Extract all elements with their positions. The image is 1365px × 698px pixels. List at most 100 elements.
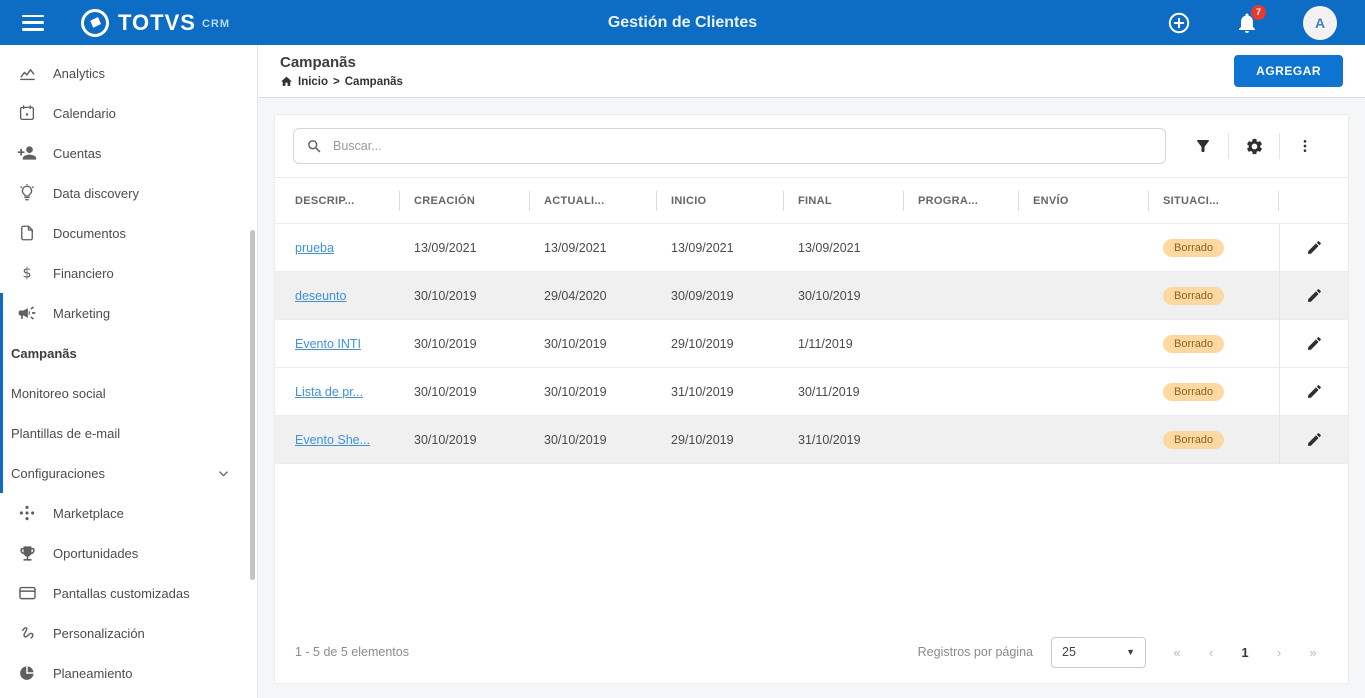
status-badge: Borrado — [1163, 383, 1224, 401]
cell-final: 1/11/2019 — [784, 320, 904, 367]
campaigns-table: DESCRIP...CREACIÓNACTUALI...INICIOFINALP… — [275, 178, 1348, 464]
sidebar-item-label: Marketplace — [53, 506, 124, 521]
sidebar-item-personalizacion[interactable]: Personalización — [0, 613, 257, 653]
sidebar-item-label: Marketing — [53, 306, 110, 321]
table-header-row: DESCRIP...CREACIÓNACTUALI...INICIOFINALP… — [275, 178, 1348, 224]
cell-actions — [1279, 224, 1348, 271]
notification-badge: 7 — [1251, 5, 1266, 20]
cell-envio — [1019, 224, 1149, 271]
sidebar-item-oportunidades[interactable]: Oportunidades — [0, 533, 257, 573]
cell-actions — [1279, 368, 1348, 415]
status-badge: Borrado — [1163, 287, 1224, 305]
more-options-kebab-icon[interactable] — [1280, 131, 1330, 161]
cell-envio — [1019, 416, 1149, 463]
calendar-icon — [17, 103, 37, 123]
sidebar-item-planeamiento[interactable]: Planeamiento — [0, 653, 257, 693]
screen-icon — [17, 583, 37, 603]
items-range-text: 1 - 5 de 5 elementos — [295, 645, 409, 659]
cell-programacion — [904, 272, 1019, 319]
sidebar-item-pantallas-customizadas[interactable]: Pantallas customizadas — [0, 573, 257, 613]
sidebar-item-plantillas-de-e-mail[interactable]: Plantillas de e-mail — [0, 413, 257, 453]
campaign-link[interactable]: Evento She... — [295, 433, 370, 447]
breadcrumb-home[interactable]: Inicio — [298, 76, 328, 88]
cell-situacion: Borrado — [1149, 416, 1279, 463]
column-header-situacion[interactable]: SITUACI... — [1149, 178, 1279, 223]
edit-pencil-icon[interactable] — [1306, 383, 1323, 400]
column-header-final[interactable]: FINAL — [784, 178, 904, 223]
campaign-link[interactable]: Lista de pr... — [295, 385, 363, 399]
column-header-descripcion[interactable]: DESCRIP... — [275, 178, 400, 223]
status-badge: Borrado — [1163, 239, 1224, 257]
cell-descripcion: Evento INTI — [275, 320, 400, 367]
per-page-select[interactable]: 25 ▼ — [1051, 637, 1146, 668]
megaphone-icon — [17, 303, 37, 323]
edit-pencil-icon[interactable] — [1306, 431, 1323, 448]
sidebar-item-label: Calendario — [53, 106, 116, 121]
cell-actualizacion: 29/04/2020 — [530, 272, 657, 319]
avatar[interactable]: A — [1303, 6, 1337, 40]
campaign-link[interactable]: deseunto — [295, 289, 346, 303]
sidebar-item-documentos[interactable]: Documentos — [0, 213, 257, 253]
sidebar: Analytics Calendario Cuentas Data discovery… — [0, 45, 258, 698]
table-row: Lista de pr...30/10/201930/10/201931/10/… — [275, 368, 1348, 416]
sidebar-item-data-discovery[interactable]: Data discovery — [0, 173, 257, 213]
campaigns-card: DESCRIP...CREACIÓNACTUALI...INICIOFINALP… — [274, 114, 1349, 684]
sidebar-item-analytics[interactable]: Analytics — [0, 53, 257, 93]
cell-actions — [1279, 320, 1348, 367]
column-header-inicio[interactable]: INICIO — [657, 178, 784, 223]
cell-inicio: 13/09/2021 — [657, 224, 784, 271]
column-header-actualizacion[interactable]: ACTUALI... — [530, 178, 657, 223]
filter-icon[interactable] — [1178, 131, 1228, 161]
per-page-label: Registros por página — [918, 645, 1033, 659]
svg-text:$: $ — [22, 266, 31, 282]
sidebar-item-marketing[interactable]: Marketing — [0, 293, 257, 333]
add-new-icon[interactable] — [1167, 11, 1191, 35]
edit-pencil-icon[interactable] — [1306, 287, 1323, 304]
edit-pencil-icon[interactable] — [1306, 239, 1323, 256]
table-row: Evento INTI30/10/201930/10/201929/10/201… — [275, 320, 1348, 368]
sidebar-item-label: Monitoreo social — [11, 386, 106, 401]
status-badge: Borrado — [1163, 335, 1224, 353]
cell-descripcion: Evento She... — [275, 416, 400, 463]
campaign-link[interactable]: prueba — [295, 241, 334, 255]
search-input[interactable] — [333, 139, 1153, 153]
sidebar-item-label: Campanãs — [11, 346, 77, 361]
sidebar-item-financiero[interactable]: $ Financiero — [0, 253, 257, 293]
sidebar-scrollbar[interactable] — [250, 230, 255, 580]
next-page-icon[interactable]: › — [1262, 637, 1296, 667]
add-button[interactable]: AGREGAR — [1234, 55, 1343, 87]
sidebar-item-campanas[interactable]: Campanãs — [0, 333, 257, 373]
personalization-icon — [17, 623, 37, 643]
page-number[interactable]: 1 — [1228, 637, 1262, 667]
accounts-icon — [17, 143, 37, 163]
hamburger-menu-icon[interactable] — [22, 15, 44, 31]
sidebar-item-marketplace[interactable]: Marketplace — [0, 493, 257, 533]
dollar-icon: $ — [17, 263, 37, 283]
column-header-envio[interactable]: ENVÍO — [1019, 178, 1149, 223]
sidebar-item-calendario[interactable]: Calendario — [0, 93, 257, 133]
edit-pencil-icon[interactable] — [1306, 335, 1323, 352]
first-page-icon[interactable]: « — [1160, 637, 1194, 667]
sidebar-item-cuentas[interactable]: Cuentas — [0, 133, 257, 173]
cell-creacion: 13/09/2021 — [400, 224, 530, 271]
previous-page-icon[interactable]: ‹ — [1194, 637, 1228, 667]
column-header-programacion[interactable]: PROGRA... — [904, 178, 1019, 223]
sidebar-item-configuraciones[interactable]: Configuraciones — [0, 453, 257, 493]
cell-creacion: 30/10/2019 — [400, 320, 530, 367]
piechart-icon — [17, 663, 37, 683]
breadcrumb: Inicio > Campanãs — [280, 75, 403, 88]
sidebar-item-monitoreo-social[interactable]: Monitoreo social — [0, 373, 257, 413]
sidebar-item-label: Plantillas de e-mail — [11, 426, 120, 441]
cell-actualizacion: 30/10/2019 — [530, 416, 657, 463]
campaign-link[interactable]: Evento INTI — [295, 337, 361, 351]
sidebar-item-label: Data discovery — [53, 186, 139, 201]
sidebar-item-label: Financiero — [53, 266, 114, 281]
trophy-icon — [17, 543, 37, 563]
settings-gear-icon[interactable] — [1229, 131, 1279, 161]
notifications-bell-icon[interactable]: 7 — [1235, 11, 1259, 35]
cell-creacion: 30/10/2019 — [400, 272, 530, 319]
cell-descripcion: prueba — [275, 224, 400, 271]
cell-final: 30/11/2019 — [784, 368, 904, 415]
column-header-creacion[interactable]: CREACIÓN — [400, 178, 530, 223]
last-page-icon[interactable]: » — [1296, 637, 1330, 667]
